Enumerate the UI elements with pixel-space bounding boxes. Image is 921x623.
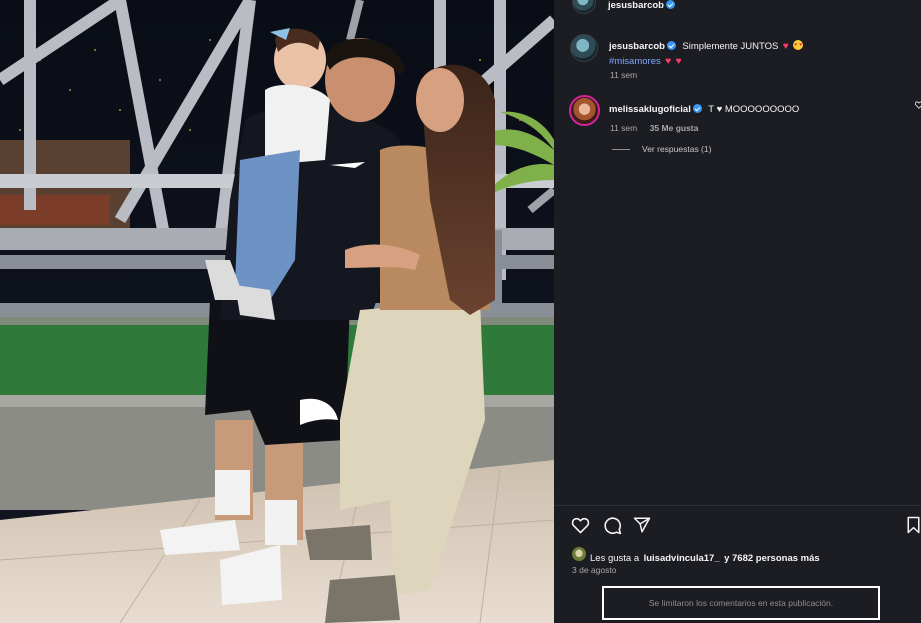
view-replies-label[interactable]: Ver respuestas (1) (642, 144, 711, 154)
heart-outline-icon (571, 517, 589, 534)
caption-time[interactable]: 11 sem (610, 70, 637, 80)
header-avatar[interactable] (572, 0, 596, 14)
like-button[interactable] (570, 515, 590, 535)
actions-divider (554, 505, 921, 506)
likes-count[interactable]: y 7682 personas más (724, 553, 820, 564)
header-username[interactable]: jesusbarcob (608, 0, 664, 11)
comment-username[interactable]: melissaklugoficial (609, 104, 691, 115)
view-replies[interactable]: Ver respuestas (1) (612, 144, 711, 154)
hashtag-link[interactable]: #misamores (609, 56, 661, 67)
comment-text: T ♥ MOOOOOOOOO (708, 104, 800, 115)
pink-heart-emoji-icon: ♥ (665, 56, 672, 67)
replies-line (612, 148, 630, 150)
verified-badge-icon (666, 41, 676, 50)
comments-limited-notice: Se limitaron los comentarios en esta pub… (602, 586, 880, 620)
post-image (0, 0, 554, 623)
likes-summary: Les gusta a luisadvincula17_ y 7682 pers… (590, 548, 820, 566)
heart-eyes-emoji-icon (793, 39, 804, 52)
verified-badge-icon (665, 0, 675, 9)
caption: jesusbarcob Simplemente JUNTOS ♥ #misamo… (609, 38, 909, 68)
comment-button[interactable] (602, 515, 622, 535)
caption-username[interactable]: jesusbarcob (609, 41, 665, 52)
comment: melissaklugoficial T ♥ MOOOOOOOOO (609, 99, 799, 117)
post-date[interactable]: 3 de agosto (572, 565, 616, 575)
save-button[interactable] (906, 515, 921, 535)
small-heart-icon[interactable] (915, 101, 921, 109)
likes-prefix: Les gusta a (590, 553, 640, 564)
caption-avatar[interactable] (570, 34, 598, 62)
share-button[interactable] (632, 515, 652, 535)
comment-time[interactable]: 11 sem (610, 123, 637, 133)
pink-heart-emoji-icon: ♥ (782, 41, 789, 52)
pink-heart-emoji-icon: ♥ (675, 56, 682, 67)
post-photo[interactable] (0, 0, 554, 623)
send-paper-plane-icon (633, 517, 651, 533)
caption-text: Simplemente JUNTOS (682, 41, 779, 52)
comment-meta: 11 sem 35 Me gusta (610, 118, 698, 136)
post-side-panel: jesusbarcob jesusbarcob Simplemente JUNT… (554, 0, 921, 623)
header-user[interactable]: jesusbarcob (608, 0, 677, 13)
liked-by-user[interactable]: luisadvincula17_ (644, 553, 720, 564)
bookmark-icon (907, 516, 920, 534)
comments-limited-text: Se limitaron los comentarios en esta pub… (648, 598, 834, 608)
comment-avatar[interactable] (571, 97, 598, 124)
comment-bubble-icon (603, 516, 621, 534)
verified-badge-icon (692, 104, 702, 113)
liked-by-avatar[interactable] (572, 547, 586, 561)
comment-likes[interactable]: 35 Me gusta (650, 123, 699, 133)
